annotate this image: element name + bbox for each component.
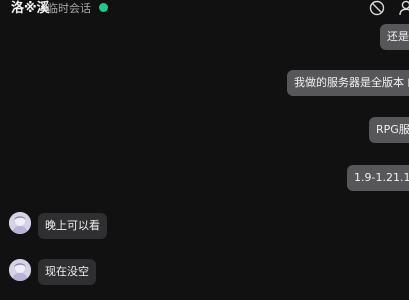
avatar[interactable] <box>9 212 31 234</box>
message-bubble-outgoing[interactable]: 1.9-1.21.10 <box>347 165 409 191</box>
message-text: 1.9-1.21.10 <box>354 171 409 184</box>
person-icon[interactable] <box>399 0 409 16</box>
online-status-dot <box>99 3 108 12</box>
message-text: 现在没空 <box>45 265 89 278</box>
block-icon[interactable] <box>369 0 385 16</box>
message-bubble-incoming[interactable]: 晚上可以看 <box>38 213 107 239</box>
message-bubble-outgoing[interactable]: 我做的服务器是全版本 的 <box>287 70 409 96</box>
message-text: RPG服 <box>376 123 409 136</box>
message-text: 还是 <box>387 30 409 43</box>
message-bubble-outgoing[interactable]: RPG服 <box>369 117 409 143</box>
message-bubble-outgoing[interactable]: 还是 <box>380 24 409 50</box>
chat-window: 洛※溪 临时会话 还是 我做的服务器是全版本 的 RPG服 1.9-1.21.1… <box>0 0 409 300</box>
chat-header: 洛※溪 临时会话 <box>0 0 409 20</box>
message-bubble-incoming[interactable]: 现在没空 <box>38 259 96 285</box>
session-type-label: 临时会话 <box>47 2 91 15</box>
contact-name[interactable]: 洛※溪 <box>11 1 50 16</box>
message-text: 晚上可以看 <box>45 219 100 232</box>
message-text: 我做的服务器是全版本 的 <box>294 76 409 89</box>
avatar[interactable] <box>9 259 31 281</box>
